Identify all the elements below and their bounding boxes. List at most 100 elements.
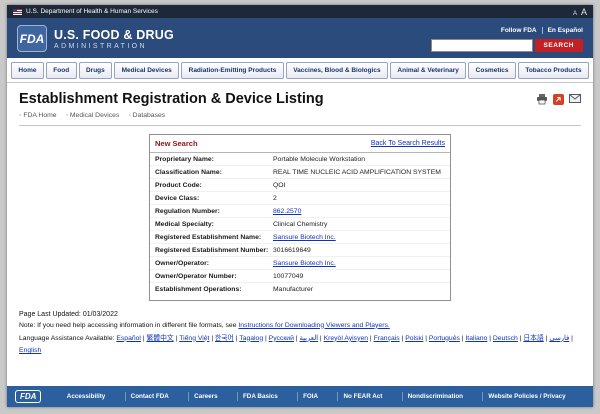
- field-label: Regulation Number:: [155, 208, 273, 215]
- footer-link-website-policies[interactable]: Website Policies / Privacy: [482, 392, 570, 401]
- fda-footer-logo[interactable]: FDA: [15, 390, 41, 403]
- footer-link-fda-basics[interactable]: FDA Basics: [237, 392, 283, 401]
- field-value: Clinical Chemistry: [273, 221, 445, 228]
- nav-tab-food[interactable]: Food: [46, 62, 77, 79]
- footer-link-nondiscrimination[interactable]: Nondiscrimination: [402, 392, 468, 401]
- field-label: Product Code:: [155, 182, 273, 189]
- row-proprietary-name: Proprietary Name: Portable Molecule Work…: [150, 153, 450, 166]
- back-to-results-link[interactable]: Back To Search Results: [371, 140, 445, 147]
- org-name-line2: ADMINISTRATION: [54, 43, 174, 50]
- nav-tab-cosmetics[interactable]: Cosmetics: [468, 62, 516, 79]
- breadcrumb: FDA Home Medical Devices Databases: [19, 112, 581, 119]
- last-updated-text: Page Last Updated: 01/03/2022: [19, 311, 581, 318]
- device-record-box: New Search Back To Search Results Propri…: [149, 134, 451, 301]
- new-search-link[interactable]: New Search: [155, 139, 198, 148]
- nav-tab-home[interactable]: Home: [11, 62, 44, 79]
- establishment-name-link[interactable]: Sansure Biotech Inc.: [273, 234, 445, 241]
- header-links: Follow FDA En Español: [501, 27, 583, 34]
- row-owner-operator: Owner/Operator: Sansure Biotech Inc.: [150, 257, 450, 270]
- font-size-controls: A A: [573, 7, 587, 17]
- search-input[interactable]: [431, 39, 533, 52]
- footer-link-contact-fda[interactable]: Contact FDA: [125, 392, 174, 401]
- nav-tab-medical-devices[interactable]: Medical Devices: [114, 62, 179, 79]
- row-registered-establishment-number: Registered Establishment Number: 3016619…: [150, 244, 450, 257]
- header-right: Follow FDA En Español SEARCH: [431, 25, 583, 52]
- field-value: 10077049: [273, 273, 445, 280]
- field-value: Manufacturer: [273, 286, 445, 293]
- language-link[interactable]: Italiano: [465, 335, 487, 342]
- language-assistance: Language Assistance Available: Español 繁…: [19, 333, 579, 359]
- us-flag-icon: [13, 9, 22, 15]
- language-assistance-label: Language Assistance Available:: [19, 335, 114, 342]
- en-espanol-link[interactable]: En Español: [548, 27, 583, 34]
- email-icon[interactable]: [569, 94, 581, 105]
- footer-link-no-fear-act[interactable]: No FEAR Act: [337, 392, 387, 401]
- breadcrumb-medical-devices[interactable]: Medical Devices: [66, 112, 120, 119]
- regulation-number-link[interactable]: 862.2570: [273, 208, 445, 215]
- print-icon[interactable]: [536, 94, 548, 105]
- language-link[interactable]: Русский: [269, 335, 294, 342]
- nav-tab-drugs[interactable]: Drugs: [79, 62, 113, 79]
- breadcrumb-fda-home[interactable]: FDA Home: [19, 112, 57, 119]
- owner-operator-link[interactable]: Sansure Biotech Inc.: [273, 260, 445, 267]
- footer-link-foia[interactable]: FOIA: [297, 392, 323, 401]
- page: U.S. Department of Health & Human Servic…: [7, 5, 593, 407]
- field-value: 3016619649: [273, 247, 445, 254]
- header-link-divider: [542, 27, 543, 34]
- field-label: Registered Establishment Number:: [155, 247, 273, 254]
- language-link[interactable]: 繁體中文: [146, 335, 173, 342]
- language-link[interactable]: Tiếng Việt: [179, 335, 209, 342]
- nav-tab-vaccines-blood-biologics[interactable]: Vaccines, Blood & Biologics: [286, 62, 388, 79]
- row-device-class: Device Class: 2: [150, 192, 450, 205]
- field-value: REAL TIME NUCLEIC ACID AMPLIFICATION SYS…: [273, 169, 445, 176]
- footer-link-careers[interactable]: Careers: [188, 392, 222, 401]
- follow-fda-link[interactable]: Follow FDA: [501, 27, 537, 34]
- field-label: Registered Establishment Name:: [155, 234, 273, 241]
- row-product-code: Product Code: QOI: [150, 179, 450, 192]
- row-owner-operator-number: Owner/Operator Number: 10077049: [150, 270, 450, 283]
- field-value: Portable Molecule Workstation: [273, 156, 445, 163]
- field-label: Owner/Operator:: [155, 260, 273, 267]
- language-link[interactable]: 日本語: [523, 335, 543, 342]
- fda-header: FDA U.S. FOOD & DRUG ADMINISTRATION Foll…: [7, 18, 593, 58]
- language-link[interactable]: فارسی: [549, 335, 569, 342]
- font-size-large-button[interactable]: A: [581, 7, 587, 17]
- title-row: Establishment Registration & Device List…: [19, 91, 581, 107]
- row-establishment-operations: Establishment Operations: Manufacturer: [150, 283, 450, 300]
- search-button[interactable]: SEARCH: [535, 39, 583, 52]
- nav-tab-radiation-emitting-products[interactable]: Radiation-Emitting Products: [181, 62, 284, 79]
- footer-bar: FDA Accessibility Contact FDA Careers FD…: [7, 386, 593, 407]
- language-link[interactable]: Polski: [405, 335, 423, 342]
- fda-brand-text: U.S. FOOD & DRUG ADMINISTRATION: [54, 28, 174, 50]
- fda-brand: FDA U.S. FOOD & DRUG ADMINISTRATION: [17, 25, 174, 52]
- record-box-header: New Search Back To Search Results: [150, 135, 450, 153]
- language-link[interactable]: العربية: [299, 335, 318, 342]
- language-link[interactable]: 한국어: [215, 335, 234, 342]
- language-link[interactable]: Deutsch: [493, 335, 518, 342]
- department-text: U.S. Department of Health & Human Servic…: [26, 8, 158, 15]
- fda-logo[interactable]: FDA: [17, 25, 47, 52]
- viewers-players-link[interactable]: Instructions for Downloading Viewers and…: [238, 322, 389, 329]
- font-size-small-button[interactable]: A: [573, 11, 577, 17]
- title-icons: [536, 91, 581, 105]
- row-medical-specialty: Medical Specialty: Clinical Chemistry: [150, 218, 450, 231]
- language-link[interactable]: Português: [429, 335, 460, 342]
- main-content: Establishment Registration & Device List…: [7, 83, 593, 386]
- language-link[interactable]: Tagalog: [239, 335, 263, 342]
- main-nav: Home Food Drugs Medical Devices Radiatio…: [7, 58, 593, 83]
- nav-tab-tobacco-products[interactable]: Tobacco Products: [518, 62, 589, 79]
- language-link[interactable]: Français: [374, 335, 400, 342]
- field-label: Establishment Operations:: [155, 286, 273, 293]
- share-icon[interactable]: [553, 94, 564, 105]
- language-link-english[interactable]: English: [19, 347, 41, 354]
- language-link[interactable]: Kreyòl Ayisyen: [324, 335, 368, 342]
- page-title: Establishment Registration & Device List…: [19, 91, 324, 107]
- breadcrumb-databases[interactable]: Databases: [128, 112, 165, 119]
- row-regulation-number: Regulation Number: 862.2570: [150, 205, 450, 218]
- footer-links: Accessibility Contact FDA Careers FDA Ba…: [47, 392, 585, 401]
- nav-tab-animal-veterinary[interactable]: Animal & Veterinary: [390, 62, 466, 79]
- language-link[interactable]: Español: [116, 335, 141, 342]
- footer-link-accessibility[interactable]: Accessibility: [62, 392, 111, 401]
- row-classification-name: Classification Name: REAL TIME NUCLEIC A…: [150, 166, 450, 179]
- field-label: Classification Name:: [155, 169, 273, 176]
